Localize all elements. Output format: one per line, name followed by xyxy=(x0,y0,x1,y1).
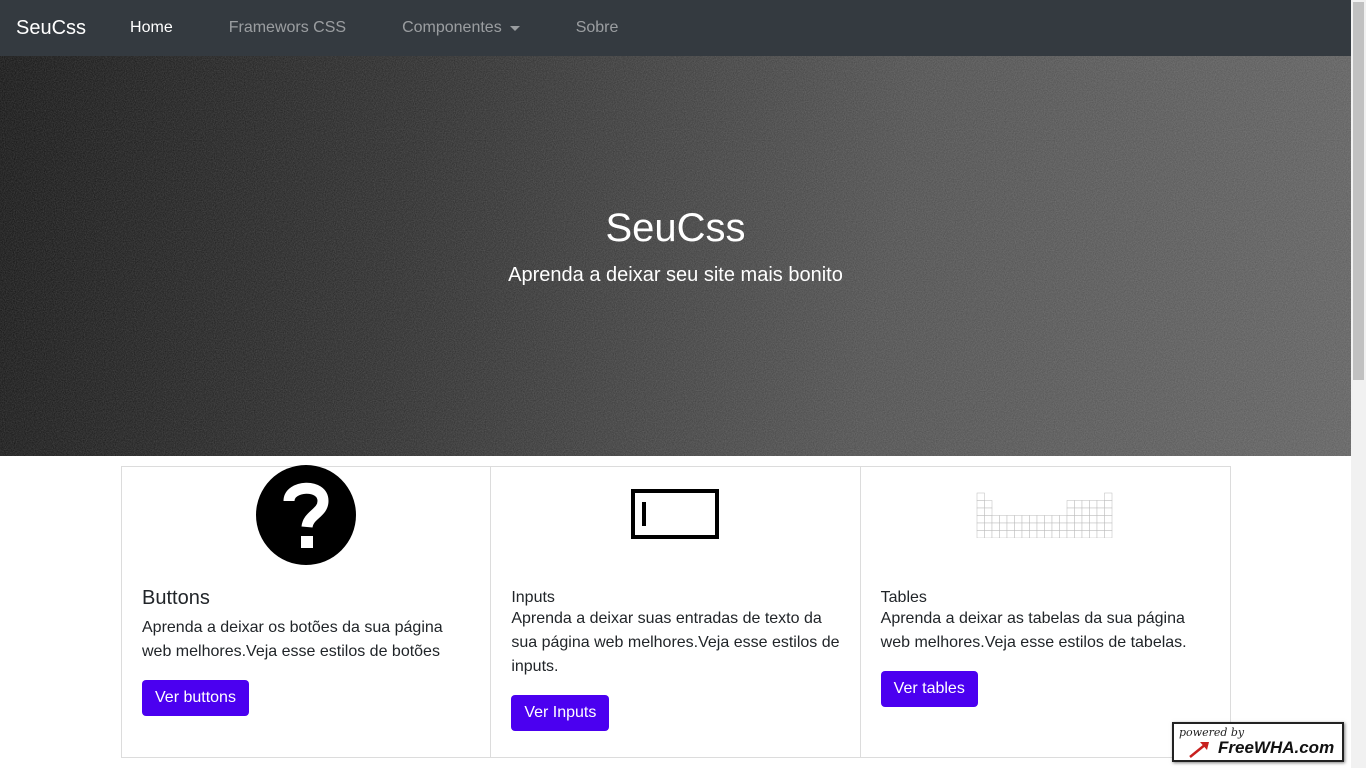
ver-inputs-button[interactable]: Ver Inputs xyxy=(511,695,610,731)
top-navbar: SeuCss Home Framewors CSS Componentes So… xyxy=(0,0,1351,56)
caret-down-icon xyxy=(509,25,520,31)
scrollbar-thumb[interactable] xyxy=(1353,2,1364,380)
card-title: Buttons xyxy=(142,587,210,609)
text-input-icon xyxy=(631,488,720,546)
card-title: Tables xyxy=(880,589,927,606)
card-group: Buttons Aprenda a deixar os botões da su… xyxy=(121,464,1231,758)
card-text: Aprenda a deixar as tabelas da sua págin… xyxy=(880,610,1187,651)
hero-subtitle: Aprenda a deixar seu site mais bonito xyxy=(508,264,843,286)
card-image xyxy=(491,467,859,567)
card-body: Buttons Aprenda a deixar os botões da su… xyxy=(142,587,474,716)
question-circle-icon xyxy=(256,464,357,570)
card-title: Inputs xyxy=(511,589,555,606)
card-tables: Tables Aprenda a deixar as tabelas da su… xyxy=(861,467,1230,757)
card-image xyxy=(861,467,1230,567)
card-inputs: Inputs Aprenda a deixar suas entradas de… xyxy=(491,467,861,757)
card-text: Aprenda a deixar os botões da sua página… xyxy=(142,619,443,660)
navbar-brand[interactable]: SeuCss xyxy=(16,17,86,40)
hero-title: SeuCss xyxy=(605,206,746,250)
nav-link-home[interactable]: Home xyxy=(130,19,173,37)
card-body: Inputs Aprenda a deixar suas entradas de… xyxy=(511,589,843,731)
card-text: Aprenda a deixar suas entradas de texto … xyxy=(511,610,840,675)
nav-dropdown-componentes[interactable]: Componentes xyxy=(402,19,520,37)
badge-name: FreeWHA.com xyxy=(1218,738,1335,757)
ver-tables-button[interactable]: Ver tables xyxy=(880,671,978,707)
card-image xyxy=(122,464,490,570)
ver-buttons-button[interactable]: Ver buttons xyxy=(142,680,249,716)
hero-banner: SeuCss Aprenda a deixar seu site mais bo… xyxy=(0,56,1351,456)
nav-link-sobre[interactable]: Sobre xyxy=(576,19,619,37)
nav-link-frameworks[interactable]: Framewors CSS xyxy=(229,19,346,37)
nav-dropdown-label: Componentes xyxy=(402,19,502,36)
periodic-table-icon xyxy=(975,492,1115,543)
arrow-icon xyxy=(1188,740,1212,763)
card-buttons: Buttons Aprenda a deixar os botões da su… xyxy=(122,464,492,757)
page-scrollbar[interactable] xyxy=(1351,0,1366,768)
hero-texture xyxy=(0,56,1351,456)
freewha-badge[interactable]: powered by FreeWHA.com xyxy=(1172,722,1344,762)
card-body: Tables Aprenda a deixar as tabelas da su… xyxy=(880,589,1214,707)
